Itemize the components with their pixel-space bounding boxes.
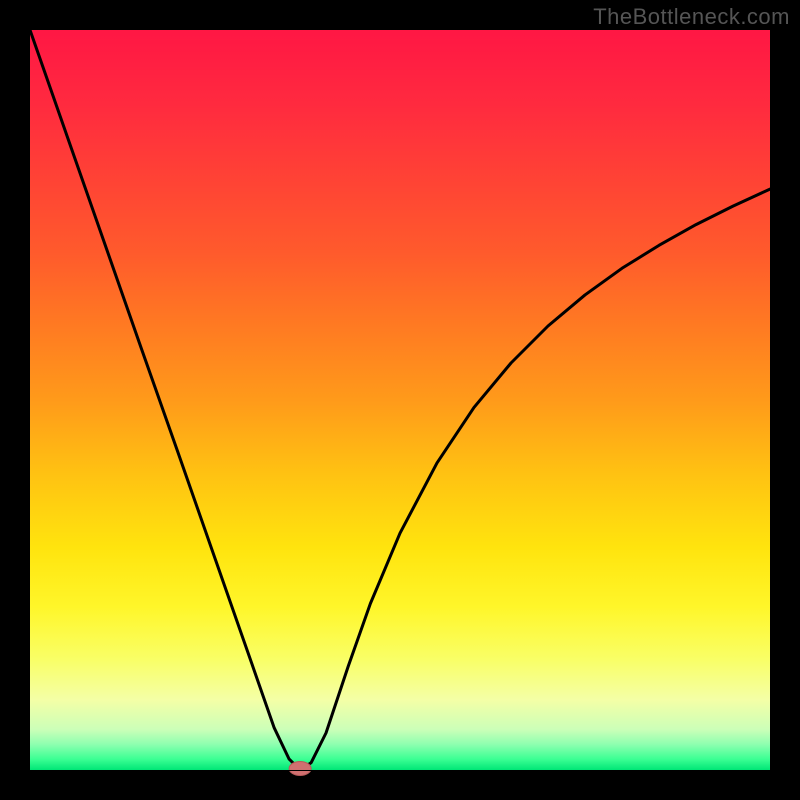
chart-frame: TheBottleneck.com xyxy=(0,0,800,800)
watermark-text: TheBottleneck.com xyxy=(593,4,790,30)
optimum-marker xyxy=(289,762,311,776)
bottleneck-chart xyxy=(0,0,800,800)
plot-background xyxy=(30,30,770,770)
